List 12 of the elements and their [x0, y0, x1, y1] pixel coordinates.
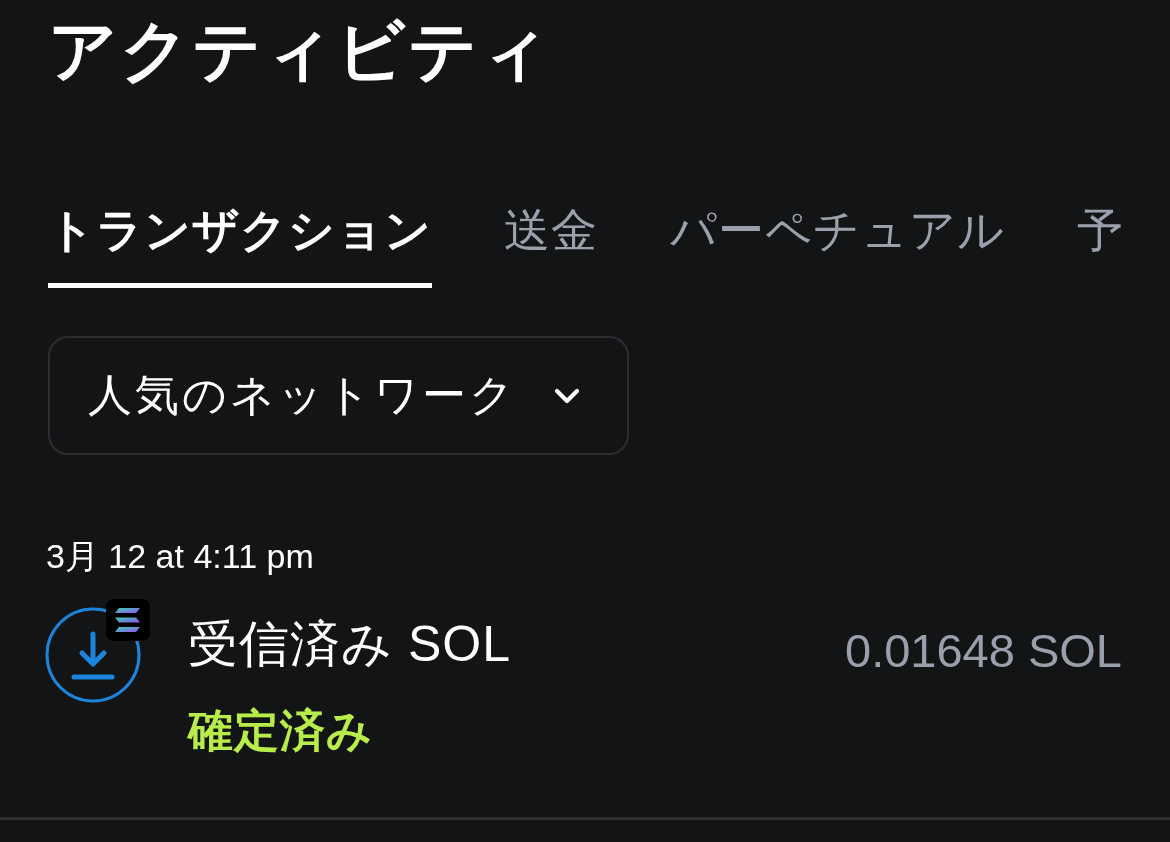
transaction-title: 受信済み SOL [188, 615, 512, 673]
tab[interactable]: 送金 [504, 202, 598, 288]
transaction-amount: 0.01648 SOL [845, 623, 1122, 679]
tab[interactable]: パーペチュアル [670, 202, 1005, 288]
stripes-badge-icon [106, 599, 150, 641]
download-icon [45, 607, 141, 703]
page-title: アクティビティ [48, 11, 553, 90]
transaction-status: 確定済み [188, 705, 374, 757]
tab[interactable]: 予 [1077, 202, 1124, 288]
date-heading: 3月 12 at 4:11 pm [46, 537, 315, 575]
network-dropdown[interactable]: 人気のネットワーク [48, 336, 629, 455]
tab[interactable]: トランザクション [48, 202, 432, 288]
